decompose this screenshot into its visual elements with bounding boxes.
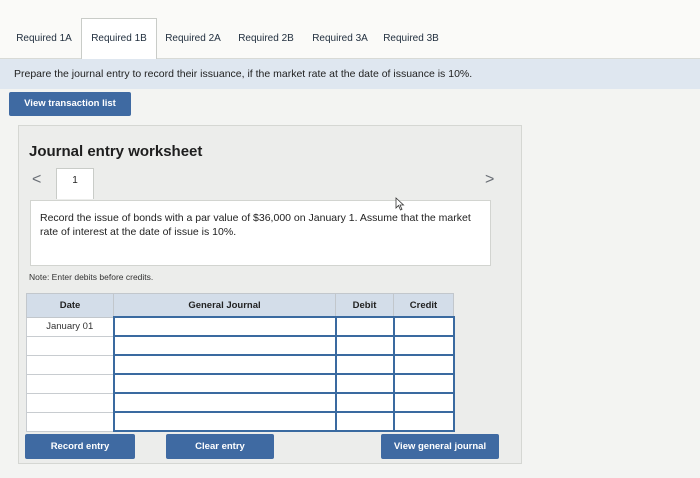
account-input[interactable] [112,392,337,413]
table-row [26,335,455,356]
date-cell [26,373,114,394]
account-input[interactable] [112,373,337,394]
header-credit: Credit [393,293,454,318]
table-row [26,354,455,375]
date-cell [26,354,114,375]
tab-required-1a[interactable]: Required 1A [8,22,80,56]
tab-required-1b[interactable]: Required 1B [81,18,157,59]
credit-input[interactable] [392,316,455,337]
transaction-description-box: Record the issue of bonds with a par val… [30,200,491,266]
credit-input[interactable] [392,354,455,375]
clear-entry-button[interactable]: Clear entry [166,434,274,459]
debit-input[interactable] [334,335,395,356]
date-cell: January 01 [26,316,114,337]
date-cell [26,392,114,413]
table-row [26,373,455,394]
record-entry-button[interactable]: Record entry [25,434,135,459]
instruction-text: Prepare the journal entry to record thei… [14,68,473,80]
journal-header-row: Date General Journal Debit Credit [26,293,454,318]
table-row: January 01 [26,316,455,337]
instruction-band: Prepare the journal entry to record thei… [0,59,700,89]
credit-input[interactable] [392,392,455,413]
worksheet-title: Journal entry worksheet [29,143,203,160]
header-general-journal: General Journal [113,293,336,318]
view-transaction-list-button[interactable]: View transaction list [9,92,131,116]
note-text: Note: Enter debits before credits. [29,272,154,282]
tab-required-3a[interactable]: Required 3A [304,22,376,56]
account-input[interactable] [112,411,337,432]
account-input[interactable] [112,354,337,375]
tab-bar: Required 1A Required 1B Required 2A Requ… [0,0,700,59]
mouse-pointer-icon [395,197,405,211]
account-input[interactable] [112,335,337,356]
debit-input[interactable] [334,316,395,337]
header-date: Date [26,293,114,318]
debit-input[interactable] [334,411,395,432]
table-row [26,392,455,413]
header-debit: Debit [335,293,394,318]
debit-input[interactable] [334,373,395,394]
table-row [26,411,455,432]
view-general-journal-button[interactable]: View general journal [381,434,499,459]
next-page-icon[interactable]: > [485,171,494,189]
page-number: 1 [72,175,78,186]
debit-input[interactable] [334,354,395,375]
account-input[interactable] [112,316,337,337]
date-cell [26,335,114,356]
tab-required-2b[interactable]: Required 2B [230,22,302,56]
transaction-description: Record the issue of bonds with a par val… [40,212,471,238]
journal-entry-worksheet: Journal entry worksheet < 1 > Record the… [18,125,522,464]
tab-required-3b[interactable]: Required 3B [376,22,446,56]
credit-input[interactable] [392,335,455,356]
journal-table: Date General Journal Debit Credit Januar… [26,293,455,432]
page-number-tab[interactable]: 1 [56,168,94,199]
debit-input[interactable] [334,392,395,413]
date-cell [26,411,114,432]
previous-page-icon[interactable]: < [32,171,41,189]
credit-input[interactable] [392,373,455,394]
tab-required-2a[interactable]: Required 2A [158,22,228,56]
credit-input[interactable] [392,411,455,432]
